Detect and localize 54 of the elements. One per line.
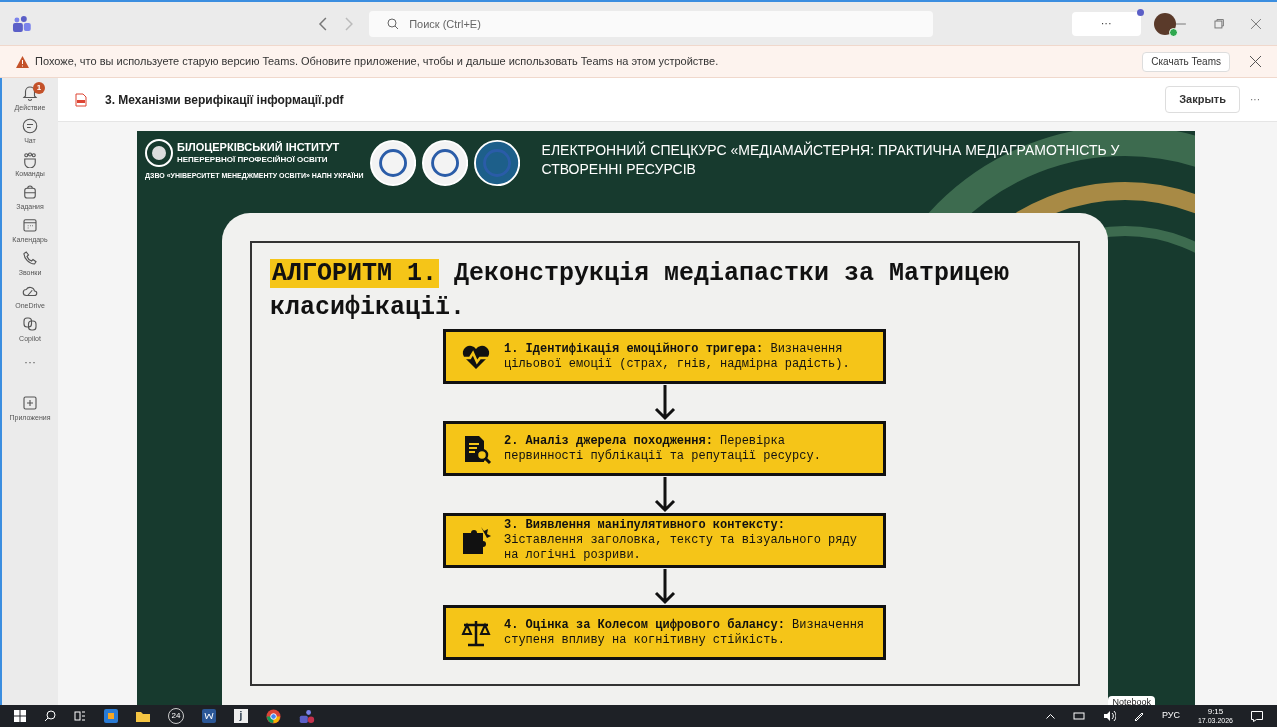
windows-start-icon[interactable] [14,710,26,722]
plus-icon [21,394,39,412]
bell-icon [21,84,39,102]
search-field[interactable]: Поиск (Ctrl+E) [369,10,934,37]
more-options-button[interactable]: ··· [1250,92,1260,107]
more-button[interactable]: ··· [1071,11,1141,36]
download-button[interactable]: Скачать Teams [1142,51,1230,72]
copilot-icon [21,315,39,333]
warning-message: Похоже, что вы используете старую версию Teams. Обновите приложение, чтобы и дальше использовать Teams на этом устройстве. [35,54,720,70]
teams-icon[interactable] [299,708,315,724]
notification-badge: 1 [33,82,45,94]
avatar[interactable] [1154,12,1177,35]
notifications-icon[interactable] [1251,710,1263,722]
close-icon[interactable] [1251,18,1261,29]
speaker-icon[interactable] [1102,711,1116,721]
letter-app-icon[interactable]: j [234,709,248,723]
slide-title: АЛГОРИТМ 1. Деконструкція медіапастки за Матрицею класифікації. [270,258,1011,324]
folder-icon[interactable] [136,709,150,723]
step-text: 1. Ідентифікація емоційного тригера: Визначення цільової емоції (страх, гнів, надмірна радість). [504,341,851,372]
network-icon[interactable] [1072,711,1085,721]
calendar-icon [21,216,39,234]
emblem-icon [369,139,416,187]
presence-status-icon [1169,27,1179,37]
emblem-icon [473,139,520,187]
close-document-button[interactable]: Закрыть [1165,86,1240,113]
institute-subtitle: НЕПЕРЕРВНОЇ ПРОФЕСІЙНОЇ ОСВІТИ [177,154,329,165]
chat-icon [21,117,39,135]
document-title: 3. Механізми верифікації інформації.pdf [105,91,345,109]
step-text: 3. Виявлення маніпулятивного контексту: Зіставлення заголовка, тексту та візуального ряду на логічні розриви. [504,518,858,563]
browser-icon[interactable] [266,708,281,724]
caret-up-icon[interactable] [1045,713,1055,719]
teams-logo-icon[interactable] [12,14,32,33]
app-icon[interactable] [104,709,118,723]
teams-icon [21,150,39,168]
task-view-icon[interactable] [74,710,86,722]
emblem-icon [421,139,468,187]
institute-emblem-icon [145,139,173,167]
step-text: 2. Аналіз джерела походження: Перевірка первинності публікації та репутації ресурсу. [504,433,822,464]
course-title: ЕЛЕКТРОННИЙ СПЕЦКУРС «МЕДІАМАЙСТЕРНЯ: ПРАКТИЧНА МЕДІАГРАМОТНІСТЬ У СТВОРЕННІ РЕСУРСІВ [541,141,1121,179]
language-indicator[interactable]: РУС [1161,709,1180,723]
word-icon[interactable] [202,709,216,723]
institute-name: БІЛОЦЕРКІВСЬКИЙ ІНСТИТУТ [177,141,340,155]
pen-icon[interactable] [1133,711,1144,721]
close-icon[interactable] [1250,56,1261,67]
search-icon[interactable] [44,710,56,722]
restore-icon[interactable] [1213,18,1224,29]
step-text: 4. Оцінка за Колесом цифрового балансу: Визначення ступеня впливу на когнітивну стійкість. [504,617,866,648]
clock-time: 9:15 [1207,707,1224,716]
warning-icon [16,55,29,68]
sidebar-item[interactable]: ··· [3,348,57,376]
phone-icon [21,249,39,267]
search-icon [387,17,400,30]
bag-icon [21,183,39,201]
pdf-file-icon [75,92,87,107]
